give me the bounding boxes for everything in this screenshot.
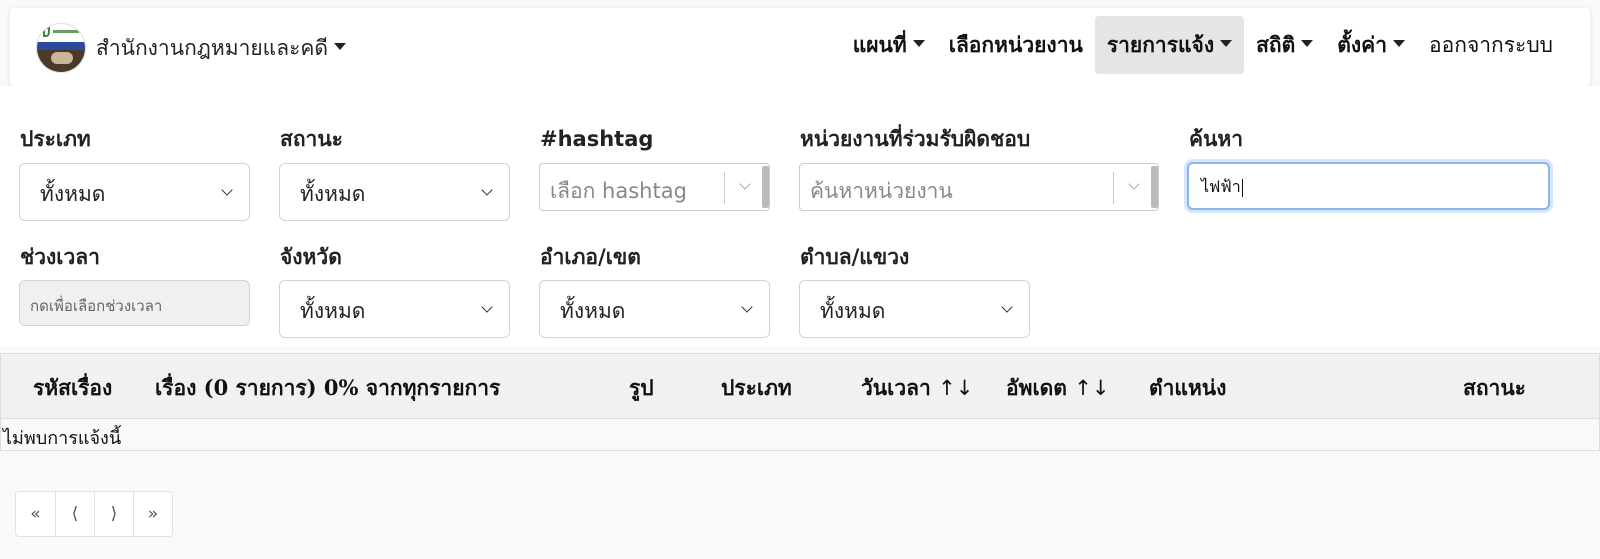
table-header: รหัสเรื่อง เรื่อง (0 รายการ) 0% จากทุกรา… [0,353,1600,419]
col-updated[interactable]: อัพเดต ↑↓ [1006,372,1109,405]
type-select[interactable]: ทั้งหมด [19,163,250,221]
reports-table: รหัสเรื่อง เรื่อง (0 รายการ) 0% จากทุกรา… [0,353,1600,451]
filter-search: ค้นหา [1189,124,1243,154]
col-type: ประเภท [721,375,792,400]
brand-label: สำนักงานกฎหมายและคดี [96,35,329,60]
brand-dropdown[interactable]: สำนักงานกฎหมายและคดี [36,23,347,73]
nav-settings[interactable]: ตั้งค่า [1325,16,1417,74]
filter-type-label: ประเภท [20,127,91,151]
filter-status-label: สถานะ [280,127,343,151]
filter-hashtag: #hashtag [540,124,653,154]
caret-down-icon [1220,39,1233,47]
period-picker[interactable]: กดเพื่อเลือกช่วงเวลา [19,280,250,326]
caret-down-icon [1393,39,1406,47]
caret-down-icon [1301,39,1314,47]
filter-panel: ประเภท ทั้งหมด สถานะ ทั้งหมด #hashtag เล… [0,86,1600,346]
main-nav: แผนที่ เลือกหน่วยงาน รายการแจ้ง สถิติ ตั… [841,16,1565,74]
caret-down-icon [334,42,347,50]
sort-icon[interactable]: ↑↓ [1074,376,1109,400]
col-image: รูป [629,375,654,400]
nav-statistics[interactable]: สถิติ [1244,16,1325,74]
filter-district-label: อำเภอ/เขต [540,245,641,269]
nav-logout[interactable]: ออกจากระบบ [1417,16,1565,74]
filter-hashtag-label: #hashtag [540,127,654,151]
agency-select[interactable]: ค้นหาหน่วยงาน [799,163,1159,211]
filter-period-label: ช่วงเวลา [20,245,100,269]
hashtag-select[interactable]: เลือก hashtag [539,163,770,211]
sort-icon[interactable]: ↑↓ [938,376,973,400]
filter-province-label: จังหวัด [280,245,342,269]
filter-period: ช่วงเวลา [20,242,100,272]
caret-down-icon [912,39,925,47]
filter-type: ประเภท [20,124,91,154]
status-select[interactable]: ทั้งหมด [279,163,510,221]
chevron-down-icon [1128,178,1140,190]
chevron-down-icon [739,178,751,190]
prev-page-button[interactable]: ⟨ [55,492,94,536]
chevron-down-icon [1001,301,1013,313]
chevron-down-icon [741,301,753,313]
table-row: ไม่พบการแจ้งนี้ [0,419,1600,451]
filter-search-label: ค้นหา [1189,127,1244,151]
text-cursor [1241,178,1243,197]
col-location: ตำแหน่ง [1149,375,1227,400]
pagination: « ⟨ ⟩ » [15,491,173,537]
filter-subdistrict: ตำบล/แขวง [800,242,909,272]
scrollbar[interactable] [762,166,769,208]
nav-map[interactable]: แผนที่ [841,16,937,74]
nav-reports[interactable]: รายการแจ้ง [1094,16,1245,74]
first-page-button[interactable]: « [16,492,55,536]
empty-message: ไม่พบการแจ้งนี้ [3,428,122,449]
next-page-button[interactable]: ⟩ [94,492,133,536]
separator [1113,172,1114,204]
filter-subdistrict-label: ตำบล/แขวง [800,245,910,269]
search-input[interactable]: ไฟฟ้า [1187,162,1550,210]
scrollbar[interactable] [1151,166,1158,208]
filter-status: สถานะ [280,124,343,154]
subdistrict-select[interactable]: ทั้งหมด [799,280,1030,338]
last-page-button[interactable]: » [133,492,172,536]
separator [724,172,725,204]
col-id: รหัสเรื่อง [33,375,113,400]
chevron-down-icon [221,184,233,196]
province-select[interactable]: ทั้งหมด [279,280,510,338]
col-subject: เรื่อง (0 รายการ) 0% จากทุกรายการ [155,375,501,400]
col-datetime[interactable]: วันเวลา ↑↓ [861,372,973,405]
col-status: สถานะ [1463,375,1526,400]
chevron-down-icon [481,301,493,313]
organization-logo [36,23,86,73]
top-navbar: สำนักงานกฎหมายและคดี แผนที่ เลือกหน่วยงา… [10,8,1590,86]
filter-district: อำเภอ/เขต [540,242,641,272]
filter-agency-label: หน่วยงานที่ร่วมรับผิดชอบ [800,127,1031,151]
district-select[interactable]: ทั้งหมด [539,280,770,338]
nav-select-agency[interactable]: เลือกหน่วยงาน [937,16,1095,74]
filter-agency: หน่วยงานที่ร่วมรับผิดชอบ [800,124,1030,154]
filter-province: จังหวัด [280,242,342,272]
chevron-down-icon [481,184,493,196]
